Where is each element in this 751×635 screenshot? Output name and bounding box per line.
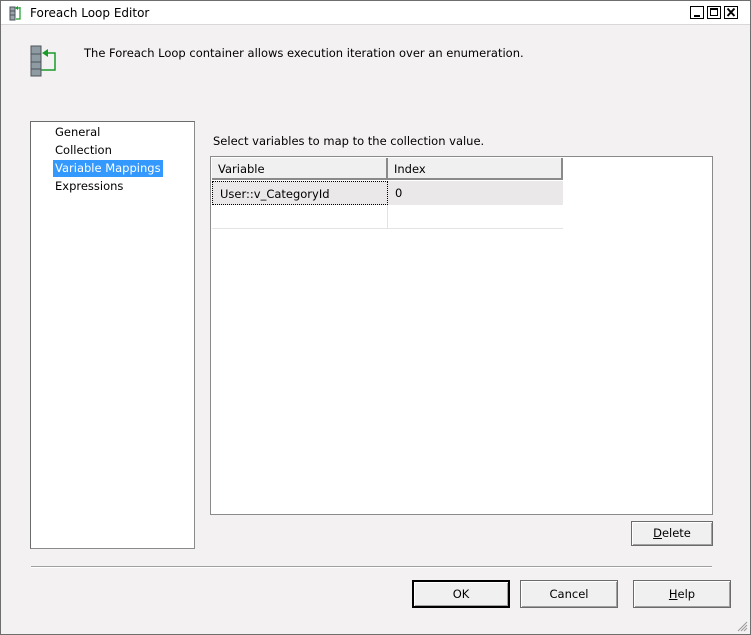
resize-grip-icon[interactable] <box>736 620 748 632</box>
delete-label-post: elete <box>661 526 691 540</box>
delete-mnemonic: D <box>653 526 662 540</box>
help-mnemonic: H <box>668 587 678 601</box>
header-description: The Foreach Loop container allows execut… <box>84 46 524 60</box>
variable-mappings-grid[interactable]: Variable Index User::v_CategoryId 0 <box>210 156 713 515</box>
column-header-variable[interactable]: Variable <box>212 158 388 180</box>
title-bar[interactable]: Foreach Loop Editor <box>1 1 750 25</box>
variable-cell[interactable]: User::v_CategoryId <box>212 181 388 205</box>
minimize-icon <box>694 15 700 17</box>
minimize-button[interactable] <box>690 6 704 19</box>
column-header-index[interactable]: Index <box>388 158 563 180</box>
foreach-loop-icon <box>9 5 25 21</box>
new-row-index-cell[interactable] <box>388 205 563 229</box>
close-button[interactable] <box>724 6 738 19</box>
help-label-post: elp <box>677 587 696 601</box>
maximize-icon <box>710 8 718 16</box>
nav-item-expressions[interactable]: Expressions <box>53 178 125 195</box>
new-row-variable-cell[interactable] <box>212 205 388 229</box>
nav-item-collection[interactable]: Collection <box>53 142 114 159</box>
maximize-button[interactable] <box>707 6 721 19</box>
cancel-button[interactable]: Cancel <box>520 580 618 608</box>
index-cell[interactable]: 0 <box>388 181 563 205</box>
mappings-caption: Select variables to map to the collectio… <box>213 134 485 148</box>
ok-button[interactable]: OK <box>412 580 510 608</box>
nav-item-variable-mappings[interactable]: Variable Mappings <box>53 160 163 177</box>
nav-item-general[interactable]: General <box>53 124 102 141</box>
foreach-loop-editor-window: Foreach Loop Editor The Foreach Loop con… <box>0 0 751 635</box>
delete-button[interactable]: Delete <box>631 521 713 546</box>
window-title: Foreach Loop Editor <box>30 6 150 20</box>
foreach-loop-container-icon <box>29 44 59 78</box>
page-navigation-list: General Collection Variable Mappings Exp… <box>30 121 195 549</box>
footer-separator <box>31 566 712 568</box>
help-button[interactable]: Help <box>633 580 731 608</box>
close-icon <box>726 7 736 17</box>
